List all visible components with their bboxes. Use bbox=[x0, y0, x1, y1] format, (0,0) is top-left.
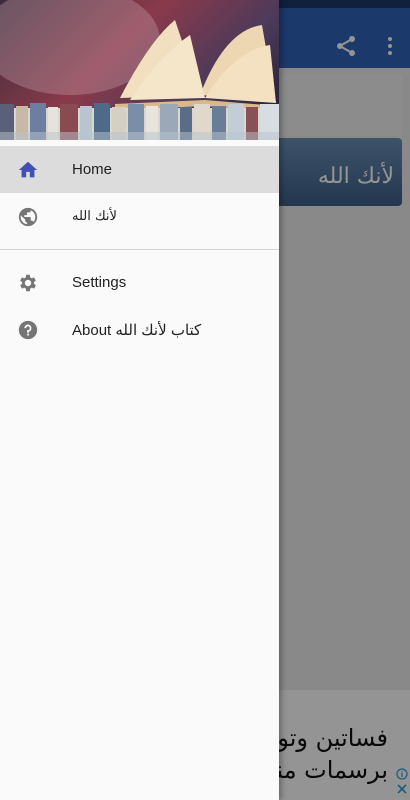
drawer-header-image bbox=[0, 0, 279, 140]
navigation-drawer: Home لأنك الله Settings About كتاب لأنك … bbox=[0, 0, 279, 800]
drawer-item-about[interactable]: About كتاب لأنك الله bbox=[0, 306, 279, 353]
drawer-item-label: Settings bbox=[72, 274, 127, 291]
drawer-item-label: Home bbox=[72, 161, 113, 178]
drawer-item-home[interactable]: Home bbox=[0, 146, 279, 193]
help-icon bbox=[18, 320, 38, 339]
drawer-divider bbox=[0, 249, 279, 250]
drawer-item-label: About كتاب لأنك الله bbox=[72, 321, 202, 339]
books-illustration bbox=[0, 0, 279, 140]
drawer-item-label: لأنك الله bbox=[72, 209, 117, 224]
home-icon bbox=[18, 161, 38, 177]
globe-icon bbox=[18, 207, 38, 226]
drawer-item-book[interactable]: لأنك الله bbox=[0, 193, 279, 240]
gear-icon bbox=[20, 274, 36, 291]
drawer-item-settings[interactable]: Settings bbox=[0, 259, 279, 306]
